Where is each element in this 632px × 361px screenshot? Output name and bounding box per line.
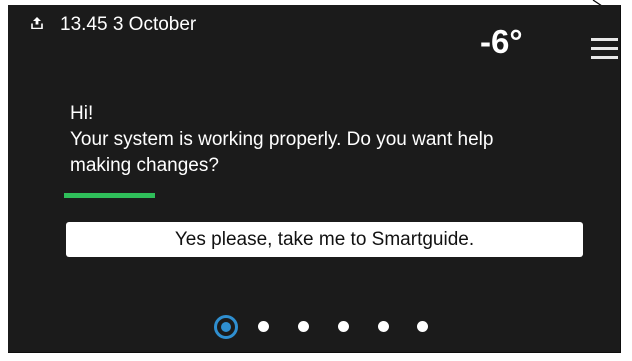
status-message: Hi! Your system is working properly. Do … <box>70 101 590 179</box>
status-bar: 13.45 3 October -6° <box>8 5 620 65</box>
outdoor-temperature: -6° <box>480 23 523 60</box>
device-frame: 13.45 3 October -6° Hi! Your system is w… <box>0 0 632 361</box>
message-line-1: Your system is working properly. Do you … <box>70 129 494 150</box>
page-indicator <box>8 315 620 340</box>
page-dot-6[interactable] <box>417 321 428 332</box>
datetime-label: 13.45 3 October <box>60 14 197 35</box>
page-dot-1[interactable] <box>214 315 238 339</box>
page-dot-4[interactable] <box>338 321 349 332</box>
progress-underline <box>64 193 155 198</box>
hamburger-menu-icon[interactable] <box>591 38 618 60</box>
page-dot-2[interactable] <box>258 321 269 332</box>
page-dot-3[interactable] <box>298 321 309 332</box>
smartguide-button[interactable]: Yes please, take me to Smartguide. <box>66 222 583 257</box>
greeting-text: Hi! <box>70 103 94 124</box>
message-line-2: making changes? <box>70 155 219 176</box>
upload-arrow-icon <box>31 17 43 29</box>
page-dot-5[interactable] <box>378 321 389 332</box>
display-screen: 13.45 3 October -6° Hi! Your system is w… <box>8 5 621 353</box>
